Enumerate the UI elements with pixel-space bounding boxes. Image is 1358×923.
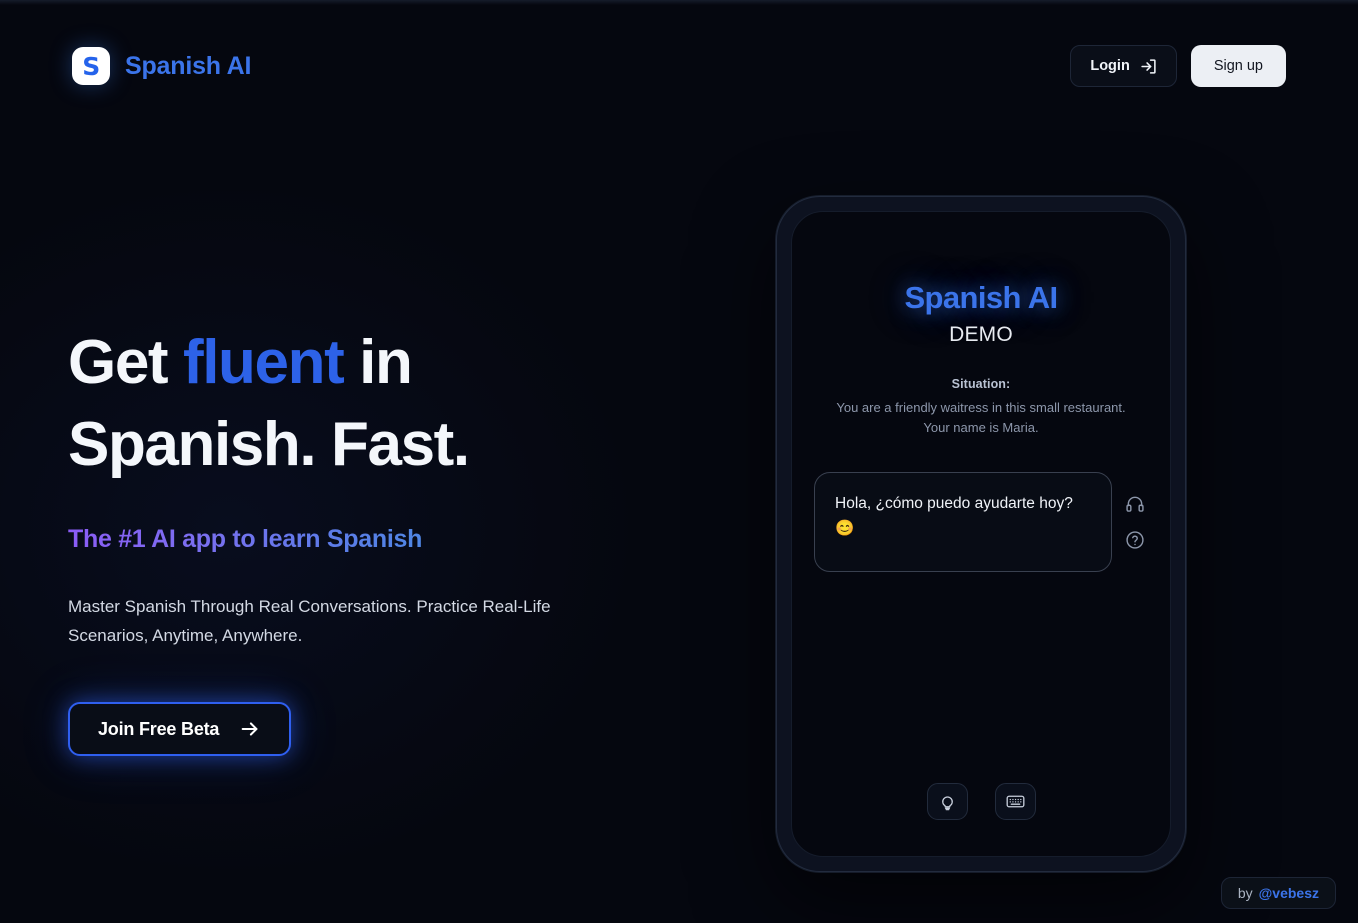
keyboard-icon[interactable] (994, 783, 1036, 820)
situation-text: You are a friendly waitress in this smal… (836, 400, 1126, 436)
login-button[interactable]: Login (1070, 45, 1177, 87)
hero-subtitle: The #1 AI app to learn Spanish (68, 524, 423, 553)
hero-section: Get fluent in Spanish. Fast. The #1 AI a… (68, 322, 668, 757)
join-free-beta-button[interactable]: Join Free Beta (68, 702, 292, 757)
chat-message-bubble: Hola, ¿cómo puedo ayudarte hoy? 😊 (814, 472, 1112, 573)
demo-app-mode: DEMO (949, 323, 1013, 346)
cta-wrapper: Join Free Beta (68, 702, 668, 757)
phone-screen: Spanish AI DEMO Situation: You are a fri… (791, 211, 1171, 857)
credit-handle: @vebesz (1258, 885, 1319, 901)
hero-title-line2: Spanish. Fast. (68, 410, 470, 480)
signup-button[interactable]: Sign up (1190, 45, 1286, 87)
credit-badge[interactable]: by @vebesz (1220, 877, 1336, 909)
phone-mockup-frame: Spanish AI DEMO Situation: You are a fri… (776, 196, 1186, 872)
arrow-right-icon (239, 718, 261, 740)
hero-title-accent: fluent (182, 328, 345, 397)
situation-label: Situation: (951, 377, 1011, 391)
page-title: Get fluent in Spanish. Fast. (68, 322, 668, 487)
brand-mark-icon: S (72, 47, 110, 85)
help-circle-icon[interactable] (1125, 530, 1145, 550)
chat-row: Hola, ¿cómo puedo ayudarte hoy? 😊 (814, 472, 1148, 573)
login-icon (1140, 58, 1157, 75)
headphones-icon[interactable] (1125, 494, 1145, 514)
hero-description: Master Spanish Through Real Conversation… (68, 596, 551, 646)
demo-app-title: Spanish AI (904, 280, 1058, 315)
brand-name: Spanish AI (125, 51, 252, 80)
login-button-label: Login (1090, 58, 1130, 74)
hero-title-part2: in (343, 328, 413, 397)
cta-label: Join Free Beta (98, 718, 220, 739)
hero-title-part1: Get (68, 328, 183, 397)
brand-logo[interactable]: S Spanish AI (72, 47, 251, 85)
situation-block: Situation: You are a friendly waitress i… (814, 377, 1148, 438)
credit-prefix: by (1237, 885, 1253, 901)
chat-message-tools (1122, 472, 1148, 550)
signup-button-label: Sign up (1213, 58, 1263, 74)
phone-bottom-bar (792, 783, 1170, 820)
header-actions: Login Sign up (1070, 45, 1286, 87)
site-header: S Spanish AI Login Sign up (0, 0, 1358, 132)
lightbulb-icon[interactable] (926, 783, 968, 820)
